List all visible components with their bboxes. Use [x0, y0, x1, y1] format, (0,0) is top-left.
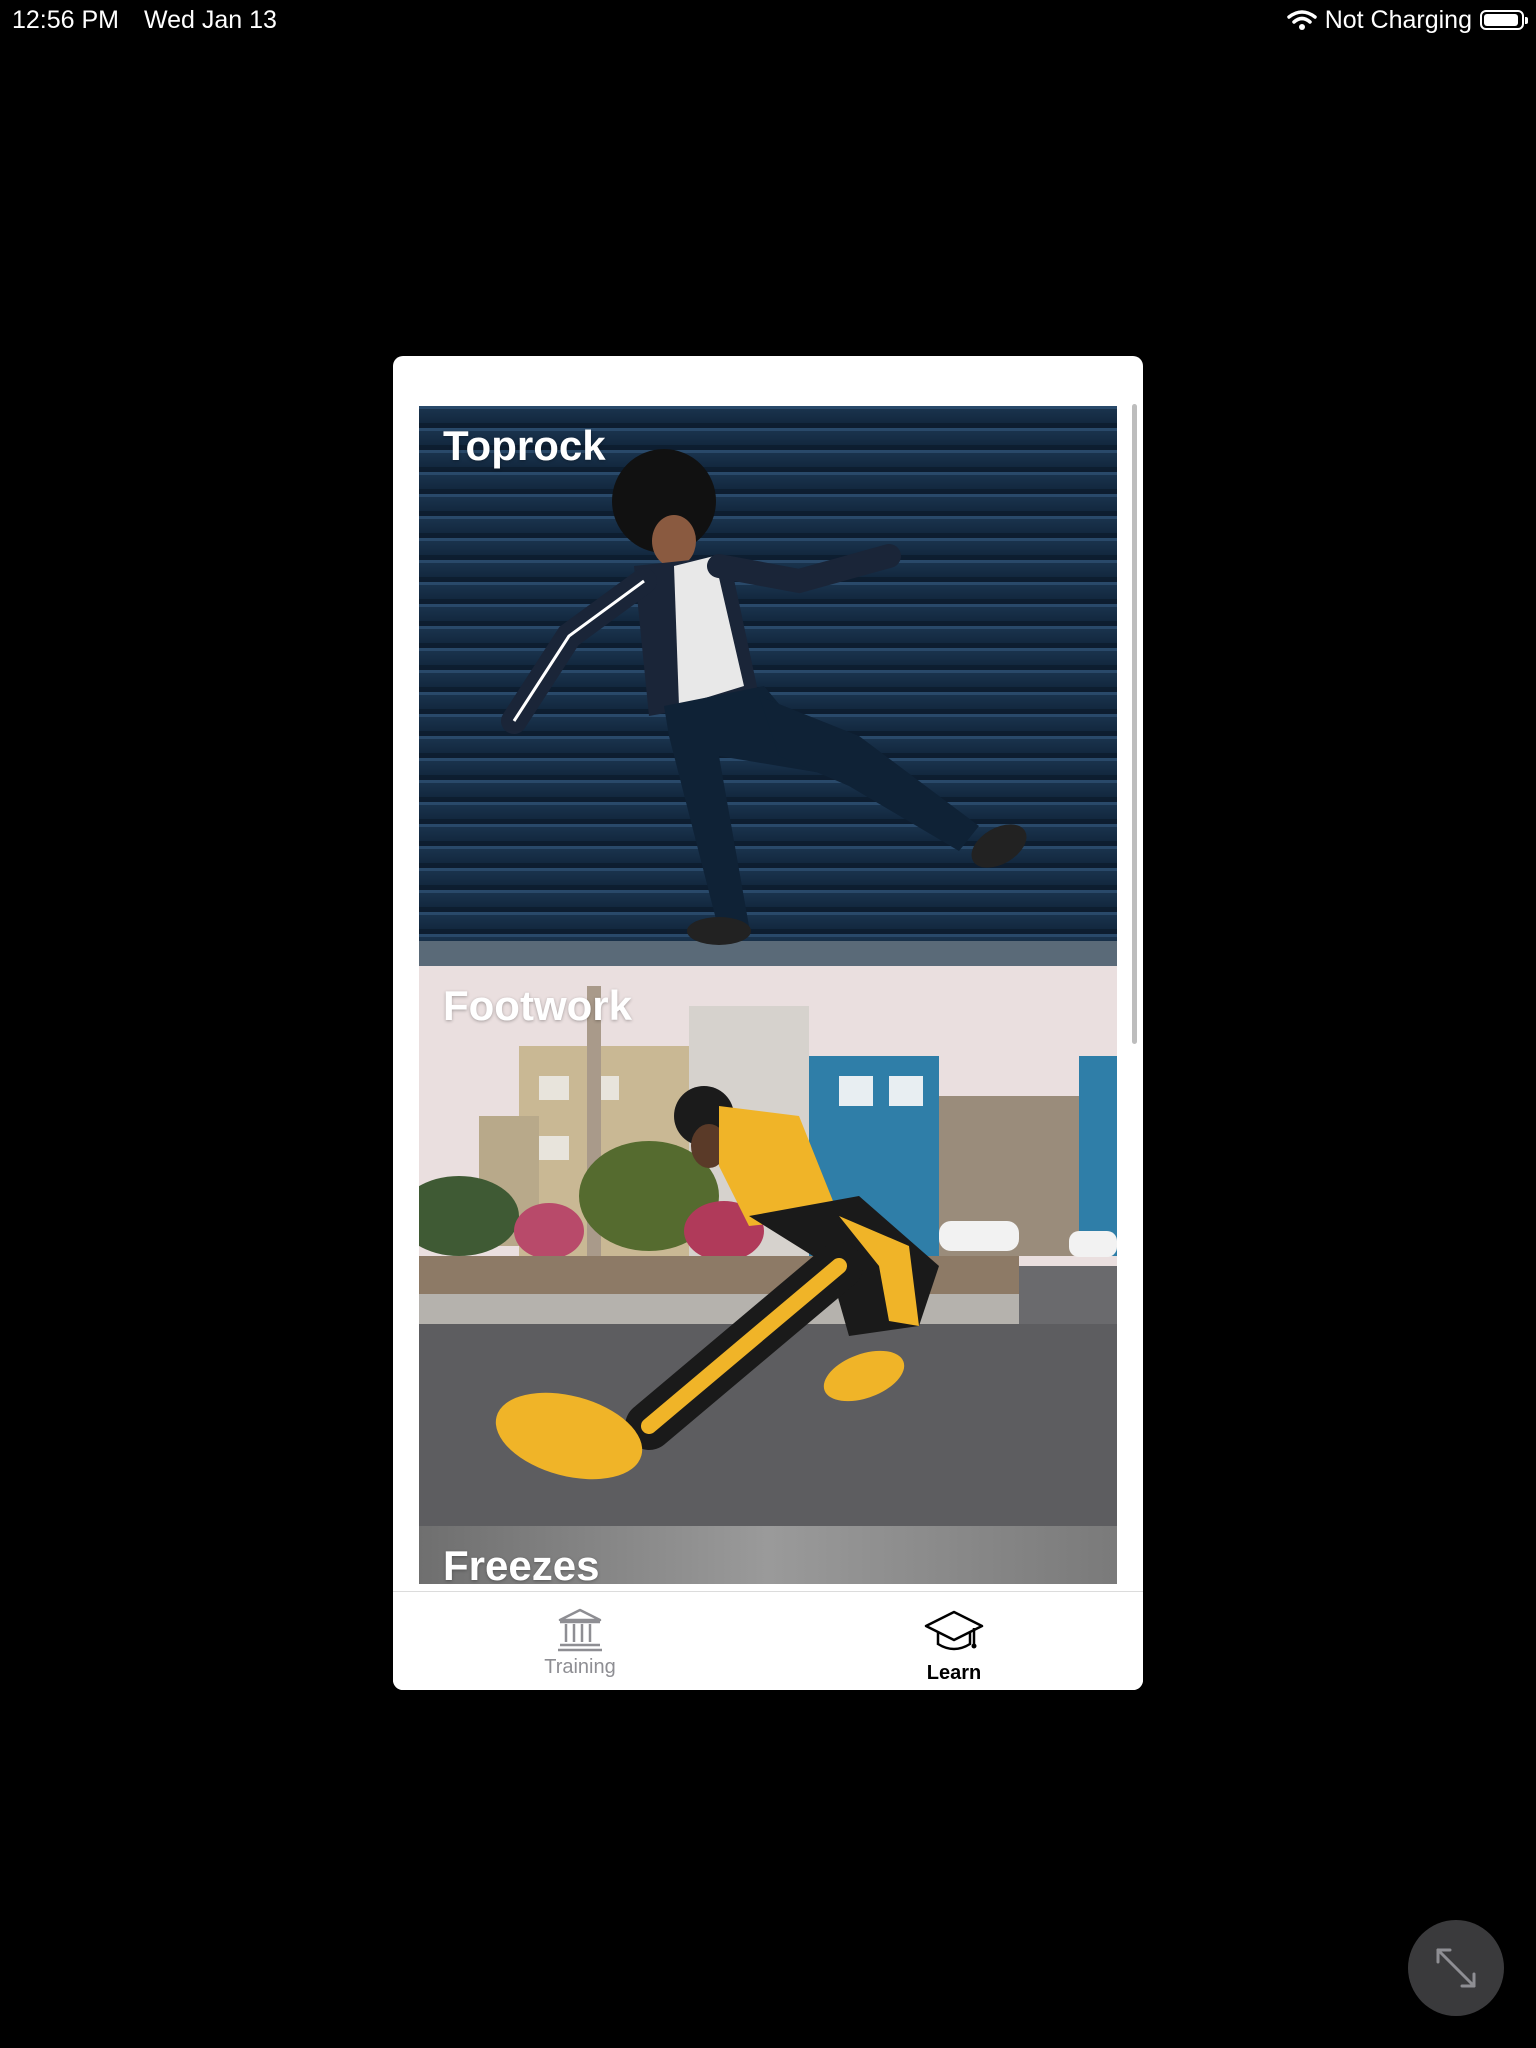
card-freezes[interactable]: Freezes	[419, 1526, 1117, 1584]
status-left: 12:56 PM Wed Jan 13	[12, 0, 295, 40]
graduation-cap-icon	[924, 1610, 984, 1651]
app-window: Toprock Footwork Freezes Training Learn	[393, 356, 1143, 1690]
status-bar: 12:56 PM Wed Jan 13 Not Charging	[0, 0, 1536, 40]
card-title: Footwork	[443, 982, 632, 1029]
expand-button[interactable]	[1408, 1920, 1504, 2016]
status-date: Wed Jan 13	[143, 6, 277, 34]
battery-icon	[1480, 10, 1528, 30]
tab-learn[interactable]: Learn	[874, 1608, 1034, 1685]
card-title: Freezes	[443, 1542, 600, 1584]
tab-label: Learn	[926, 1662, 982, 1684]
expand-icon	[1436, 1948, 1476, 1988]
tab-training[interactable]: Training	[500, 1608, 660, 1679]
toprock-photo	[419, 406, 1117, 966]
card-toprock[interactable]: Toprock	[419, 406, 1117, 966]
card-title: Toprock	[443, 422, 606, 469]
learn-list[interactable]: Toprock Footwork Freezes	[419, 406, 1117, 1584]
tab-label: Training	[544, 1656, 616, 1678]
scrollbar[interactable]	[1132, 404, 1137, 1044]
bank-icon	[558, 1608, 602, 1652]
status-right: Not Charging	[1286, 0, 1528, 40]
footwork-photo	[419, 966, 1117, 1526]
wifi-icon	[1286, 10, 1317, 30]
charging-status: Not Charging	[1324, 6, 1472, 34]
card-footwork[interactable]: Footwork	[419, 966, 1117, 1526]
status-time: 12:56 PM	[12, 6, 120, 34]
tab-bar: Training Learn	[393, 1591, 1143, 1690]
